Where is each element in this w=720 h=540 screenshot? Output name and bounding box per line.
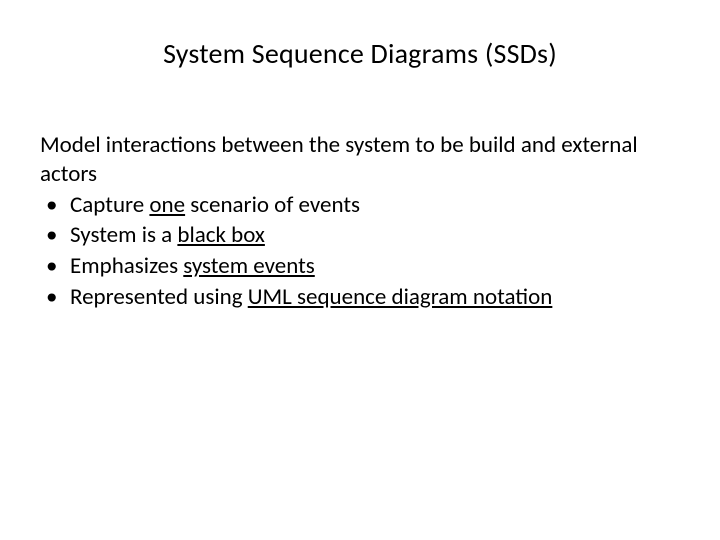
list-item: System is a black box [40,221,680,250]
bullet-text-pre: System is a [70,221,177,249]
slide-body: Model interactions between the system to… [40,131,680,312]
bullet-text-post: scenario of events [185,191,360,219]
bullet-text-underline: black box [177,221,265,249]
bullet-text-pre: Emphasizes [70,252,183,280]
list-item: Capture one scenario of events [40,191,680,220]
bullet-text-underline: one [149,191,185,219]
list-item: Emphasizes system events [40,252,680,281]
bullet-text-underline: UML sequence diagram notation [248,283,553,311]
intro-text: Model interactions between the system to… [40,131,680,189]
list-item: Represented using UML sequence diagram n… [40,283,680,312]
bullet-text-pre: Represented using [70,283,248,311]
bullet-text-pre: Capture [70,191,149,219]
bullet-text-underline: system events [183,252,315,280]
slide: System Sequence Diagrams (SSDs) Model in… [0,0,720,540]
bullet-list: Capture one scenario of events System is… [40,191,680,312]
slide-title: System Sequence Diagrams (SSDs) [40,36,680,71]
